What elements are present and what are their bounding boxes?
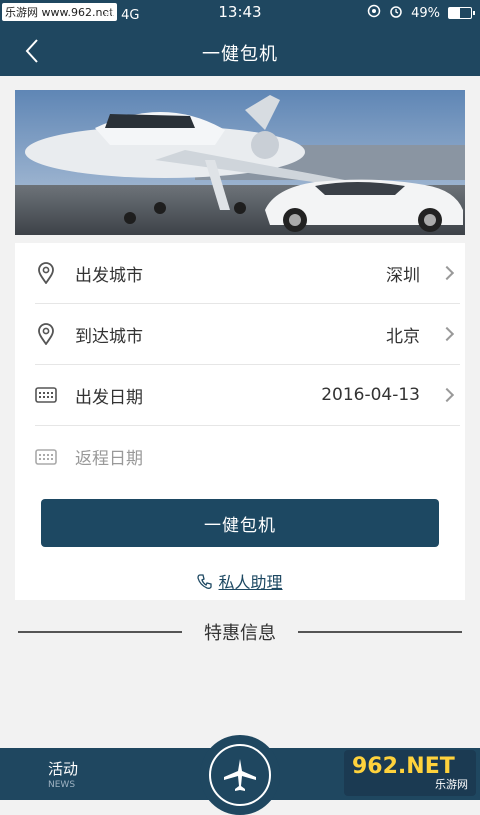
- alarm-icon: [389, 4, 403, 22]
- status-right: 49%: [367, 4, 475, 22]
- divider: [18, 631, 182, 633]
- calendar-icon: [35, 384, 57, 406]
- location-pin-icon: [35, 323, 57, 345]
- chevron-right-icon: [439, 387, 455, 403]
- departure-city-row[interactable]: 出发城市 深圳: [35, 243, 460, 304]
- center-flight-button[interactable]: [200, 735, 280, 815]
- departure-date-row[interactable]: 出发日期 2016-04-13: [35, 365, 460, 426]
- location-pin-icon: [35, 262, 57, 284]
- site-logo-watermark: 962.NET 乐游网: [344, 750, 476, 796]
- sync-icon: [367, 4, 381, 22]
- arrival-city-label: 到达城市: [75, 326, 143, 347]
- return-date-label: 返程日期: [75, 449, 143, 469]
- departure-city-label: 出发城市: [75, 265, 143, 286]
- departure-date-label: 出发日期: [75, 387, 143, 408]
- tab-activities-label: 活动: [48, 760, 79, 778]
- calendar-icon: [35, 446, 57, 468]
- page-title: 一健包机: [202, 44, 278, 65]
- private-assistant-link[interactable]: 私人助理: [15, 569, 465, 593]
- private-assistant-label: 私人助理: [218, 573, 283, 592]
- tab-activities-sublabel: NEWS: [48, 780, 76, 790]
- return-date-row[interactable]: 返程日期: [35, 426, 460, 487]
- charter-form-card: 出发城市 深圳 到达城市 北京 出发日期 2016-04-13 返程日期 一健包…: [15, 243, 465, 600]
- divider: [298, 631, 462, 633]
- airplane-icon: [209, 744, 271, 806]
- battery-percent: 49%: [411, 5, 440, 21]
- departure-date-value: 2016-04-13: [321, 385, 420, 405]
- chevron-right-icon: [439, 326, 455, 342]
- battery-fill: [449, 8, 460, 18]
- battery-icon: [448, 7, 475, 19]
- arrival-city-row[interactable]: 到达城市 北京: [35, 304, 460, 365]
- special-offers-header: 特惠信息: [18, 618, 462, 646]
- chevron-right-icon: [439, 265, 455, 281]
- departure-city-value: 深圳: [386, 265, 420, 286]
- charter-submit-button[interactable]: 一健包机: [41, 499, 439, 547]
- hero-image-jet-and-car: [15, 90, 465, 235]
- status-bar: 乐游网 www.962.net 动 4G 13:43 49%: [0, 0, 480, 26]
- section-title: 特惠信息: [204, 623, 276, 644]
- logo-subtext: 乐游网: [435, 778, 468, 791]
- tab-activities[interactable]: 活动 NEWS: [48, 758, 78, 790]
- arrival-city-value: 北京: [386, 326, 420, 347]
- phone-icon: [197, 573, 218, 592]
- top-nav-bar: 一健包机: [0, 26, 480, 76]
